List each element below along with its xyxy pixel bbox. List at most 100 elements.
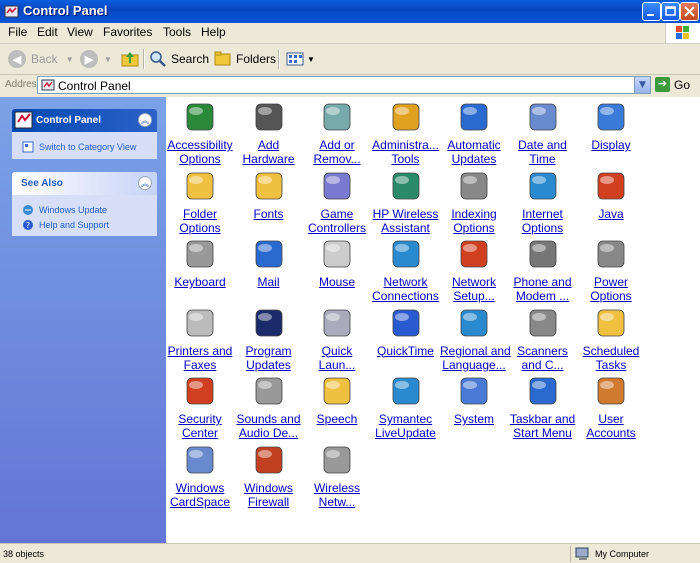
control-panel-item[interactable]: Automatic Updates [440,99,508,166]
windows-update-link[interactable]: Windows Update [22,204,151,216]
printer-icon [186,309,214,336]
control-panel-item[interactable]: Power Options [577,236,645,303]
forward-button[interactable]: ▶ ▼ [80,48,112,70]
menu-file[interactable]: File [8,25,27,39]
folders-button[interactable]: Folders [213,48,276,70]
control-panel-item[interactable]: Regional and Language... [440,305,511,372]
switch-category-view-link[interactable]: Switch to Category View [22,141,151,153]
control-panel-item[interactable]: Folder Options [166,168,234,235]
control-panel-item[interactable]: Taskbar and Start Menu [509,373,577,440]
control-panel-item[interactable]: Network Connections [372,236,440,303]
control-panel-item[interactable]: Program Updates [235,305,303,372]
control-panel-item[interactable]: Network Setup... [440,236,508,303]
menu-tools[interactable]: Tools [163,25,191,39]
control-panel-item[interactable]: Symantec LiveUpdate [372,373,440,440]
control-panel-item[interactable]: Add Hardware [235,99,303,166]
address-dropdown-button[interactable]: ▼ [634,77,650,93]
search-label: Search [171,52,210,66]
item-label-line1: Phone and [513,275,572,289]
control-panel-item[interactable]: Security Center [166,373,234,440]
help-support-link[interactable]: ? Help and Support [22,219,151,231]
up-button[interactable] [120,48,140,70]
control-panel-item[interactable]: Java [577,168,645,221]
control-panel-item[interactable]: System [440,373,508,426]
control-panel-item[interactable]: Mouse [303,236,371,289]
item-label-line1: Printers and [167,343,233,358]
item-label-line1: QuickTime [377,343,434,358]
control-panel-item[interactable]: Indexing Options [440,168,508,235]
close-button[interactable] [680,2,699,21]
control-panel-item[interactable]: Phone and Modem ... [509,236,577,303]
collapse-chevron-icon[interactable]: ︽ [138,176,152,190]
search-button[interactable]: Search [148,48,209,70]
item-label-line1: Symantec [378,412,433,426]
fonts-icon [255,172,282,199]
control-panel-section-header[interactable]: Control Panel ︽ [12,109,157,132]
control-panel-item[interactable]: Scheduled Tasks [577,305,645,372]
item-label-line2: Connections [372,289,439,303]
control-panel-item[interactable]: Sounds and Audio De... [235,373,303,440]
maximize-button[interactable] [661,2,680,21]
control-panel-item-label: Java [577,207,645,221]
minimize-button[interactable] [642,2,661,21]
control-panel-item[interactable]: Accessibility Options [166,99,234,166]
control-panel-item-label: Symantec LiveUpdate [372,412,440,440]
control-panel-item[interactable]: QuickTime [372,305,440,358]
item-label-line1: Scanners [517,343,568,358]
indexing-icon [460,172,488,199]
control-panel-item[interactable]: Internet Options [509,168,577,235]
date-time-icon [529,103,556,131]
back-button[interactable]: ◀ Back ▼ [8,48,74,70]
control-panel-item[interactable]: Date and Time [509,99,577,166]
sound-icon [255,377,282,405]
control-panel-item-label: Add Hardware [235,138,303,166]
help-support-label: Help and Support [39,220,110,230]
control-panel-item[interactable]: Scanners and C... [509,305,577,372]
control-panel-item[interactable]: Windows Firewall [235,442,303,509]
control-panel-item[interactable]: Quick Laun... [303,305,371,372]
control-panel-item[interactable]: Fonts [235,168,303,221]
menu-help[interactable]: Help [201,25,226,39]
control-panel-item[interactable]: Keyboard [166,236,234,289]
menu-favorites[interactable]: Favorites [103,25,152,39]
address-bar: Address Control Panel ▼ ➔ Go [0,75,700,98]
close-icon [684,6,695,17]
control-panel-item[interactable]: User Accounts [577,373,645,440]
control-panel-item-label: Regional and Language... [440,343,511,372]
address-field[interactable]: Control Panel ▼ [37,76,651,94]
control-panel-item[interactable]: HP Wireless Assistant [372,168,440,235]
search-icon [150,51,166,67]
add-remove-programs-icon [323,103,351,131]
item-label-line1: Automatic [447,138,501,152]
quick-launch-icon [323,309,351,336]
control-panel-item-label: Quick Laun... [303,344,371,372]
windows-logo [665,23,700,43]
control-panel-item[interactable]: Add or Remov... [303,99,371,166]
go-button[interactable]: ➔ Go [655,77,690,92]
switch-category-view-label: Switch to Category View [39,142,137,152]
symantec-liveupdate-icon [392,377,419,405]
title-bar[interactable]: Control Panel [0,0,700,23]
control-panel-item[interactable]: Game Controllers [303,168,371,235]
firewall-icon [255,446,282,473]
item-label-line1: Sounds and [236,412,301,426]
item-label-line1: Java [598,206,624,221]
menu-view[interactable]: View [67,25,93,39]
views-button[interactable]: ▼ [285,48,315,70]
collapse-chevron-icon[interactable]: ︽ [138,113,152,127]
control-panel-item[interactable]: Mail [235,236,303,289]
control-panel-item[interactable]: Wireless Netw... [303,442,371,509]
control-panel-item-label: Display [577,138,645,152]
item-label-line1: Indexing [451,206,497,221]
item-label-line2: Tools [391,152,420,166]
control-panel-item[interactable]: Display [577,99,645,152]
control-panel-item[interactable]: Speech [303,373,371,426]
item-label-line1: Regional and [440,343,511,358]
see-also-header[interactable]: See Also ︽ [12,172,157,195]
control-panel-item[interactable]: Administra... Tools [372,99,440,166]
menu-edit[interactable]: Edit [37,25,58,39]
control-panel-item-label: Internet Options [509,207,577,235]
control-panel-item[interactable]: Windows CardSpace [166,442,234,509]
control-panel-item-label: Security Center [166,412,234,440]
control-panel-item[interactable]: Printers and Faxes [166,305,234,372]
